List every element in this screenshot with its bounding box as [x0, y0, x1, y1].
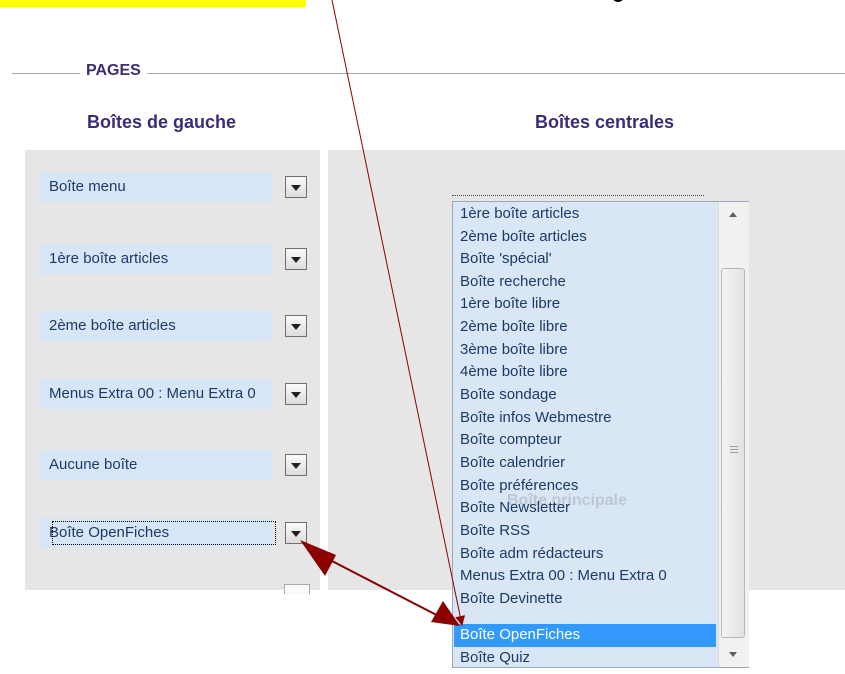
- select-value: Menus Extra 00 : Menu Extra 0: [49, 385, 256, 402]
- chevron-down-icon[interactable]: [285, 248, 307, 270]
- listbox-option[interactable]: Boîte Devinette: [460, 588, 563, 610]
- fieldset-legend: PAGES: [80, 62, 147, 80]
- listbox-option[interactable]: 2ème boîte articles: [460, 226, 587, 248]
- listbox-focus-outline: [452, 195, 704, 200]
- left-column-header: Boîtes de gauche: [87, 112, 237, 132]
- listbox-option[interactable]: Menus Extra 00 : Menu Extra 0: [460, 565, 667, 587]
- listbox-option[interactable]: 1ère boîte libre: [460, 293, 560, 315]
- listbox-option[interactable]: Boîte sondage: [460, 384, 557, 406]
- listbox-option[interactable]: Boîte calendrier: [460, 452, 565, 474]
- listbox-option[interactable]: Boîte adm rédacteurs: [460, 543, 603, 565]
- left-box-select-3[interactable]: 2ème boîte articles: [38, 311, 312, 341]
- left-box-select-7-partial[interactable]: [284, 584, 310, 594]
- chevron-down-icon[interactable]: [285, 454, 307, 476]
- listbox-option[interactable]: 4ème boîte libre: [460, 361, 568, 383]
- listbox-option[interactable]: Boîte infos Webmestre: [460, 407, 611, 429]
- left-box-select-1[interactable]: Boîte menu: [38, 172, 312, 202]
- listbox-option[interactable]: Boîte recherche: [460, 271, 566, 293]
- select-value: Boîte OpenFiches: [49, 518, 279, 548]
- partial-text-glyph: [613, 0, 623, 2]
- listbox-option[interactable]: Boîte RSS: [460, 520, 530, 542]
- select-value: Aucune boîte: [49, 456, 138, 473]
- select-value: 2ème boîte articles: [49, 317, 176, 334]
- left-box-select-5[interactable]: Aucune boîte: [38, 450, 312, 480]
- chevron-down-icon[interactable]: [285, 176, 307, 198]
- listbox-option-selected[interactable]: Boîte OpenFiches: [460, 624, 580, 646]
- listbox-option[interactable]: Boîte 'spécial': [460, 248, 552, 270]
- listbox-option[interactable]: 2ème boîte libre: [460, 316, 568, 338]
- listbox-option[interactable]: Boîte Quiz: [460, 647, 530, 669]
- left-box-select-2[interactable]: 1ère boîte articles: [38, 244, 312, 274]
- left-box-select-4[interactable]: Menus Extra 00 : Menu Extra 0: [38, 379, 312, 409]
- chevron-down-icon[interactable]: [285, 315, 307, 337]
- center-column-header: Boîtes centrales: [535, 112, 675, 132]
- listbox-option[interactable]: Boîte préférences: [460, 475, 578, 497]
- select-value: Boîte menu: [49, 178, 126, 195]
- listbox-option[interactable]: 1ère boîte articles: [460, 203, 579, 225]
- listbox-option[interactable]: 3ème boîte libre: [460, 339, 568, 361]
- left-box-select-6[interactable]: Boîte OpenFiches: [38, 518, 312, 548]
- chevron-down-icon[interactable]: [285, 383, 307, 405]
- text-highlight: [0, 0, 306, 7]
- listbox-option[interactable]: Boîte Newsletter: [460, 497, 570, 519]
- listbox-option[interactable]: Boîte compteur: [460, 429, 562, 451]
- chevron-down-icon[interactable]: [285, 522, 307, 544]
- grip-icon: [730, 446, 738, 454]
- select-value: 1ère boîte articles: [49, 250, 169, 267]
- scroll-up-icon[interactable]: [718, 202, 748, 228]
- scroll-down-icon[interactable]: [718, 643, 748, 667]
